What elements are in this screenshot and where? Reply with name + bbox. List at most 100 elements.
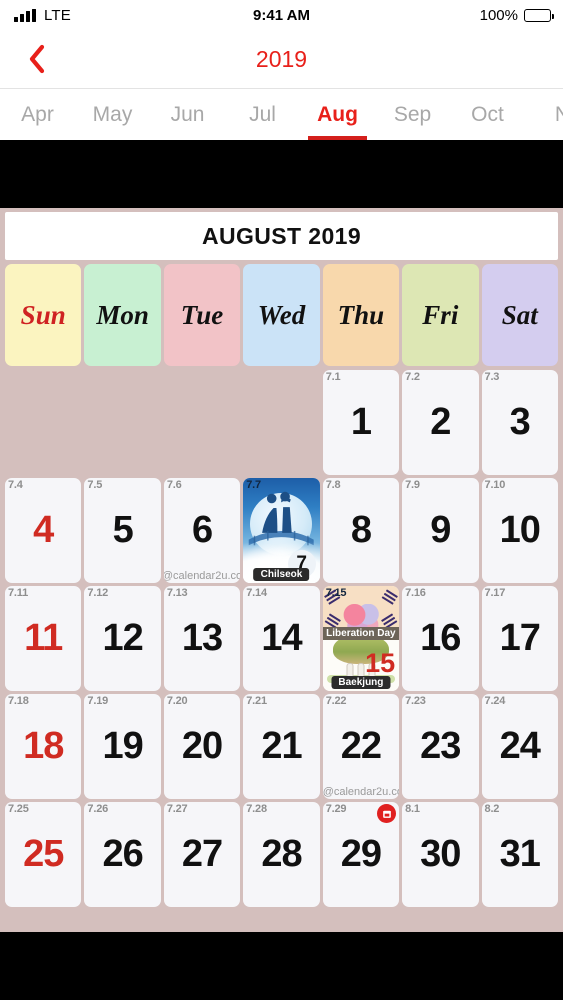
- day-cell-liberation-baekjung[interactable]: 7.15 Liberation Day Baekjung 15: [322, 586, 400, 691]
- battery-percent-label: 100%: [479, 6, 518, 24]
- lunar-date-label: 7.16: [405, 587, 426, 599]
- lunar-date-label: 7.26: [87, 803, 109, 815]
- day-cell[interactable]: 7.17 17: [481, 586, 558, 691]
- day-cell[interactable]: 7.21 21: [243, 694, 320, 799]
- day-cell-chilseok[interactable]: 7.7 7 Chilseok: [243, 478, 320, 583]
- weekday-header-wed: Wed: [243, 264, 320, 366]
- day-cell[interactable]: 7.11 11: [5, 586, 82, 691]
- calendar-weeks: 7.1 1 7.2 2 7.3 3 7.4 4 7.5 5 7.6 6 @cal…: [5, 370, 558, 907]
- day-number: 23: [420, 725, 461, 767]
- day-number: 5: [112, 509, 134, 551]
- tab-label: Sep: [393, 102, 432, 126]
- weekday-header-sat: Sat: [481, 264, 558, 366]
- day-number: 27: [181, 833, 223, 875]
- day-cell-empty: [5, 370, 81, 475]
- day-cell[interactable]: 7.25 25: [5, 802, 82, 907]
- weekday-header-thu: Thu: [322, 264, 400, 366]
- calendar-week-row: 7.4 4 7.5 5 7.6 6 @calendar2u.com: [5, 478, 558, 583]
- day-cell[interactable]: 7.5 5: [84, 478, 161, 583]
- tab-jun[interactable]: Jun: [150, 89, 225, 140]
- day-cell[interactable]: 7.8 8: [322, 478, 400, 583]
- tab-label: May: [92, 102, 133, 126]
- calendar-watermark: @calendar2u.com: [163, 570, 241, 582]
- lunar-date-label: 7.19: [87, 695, 109, 707]
- tab-nov[interactable]: N: [525, 89, 563, 140]
- tab-sep[interactable]: Sep: [375, 89, 450, 140]
- day-number: 16: [420, 617, 461, 659]
- lunar-date-label: 7.8: [325, 479, 341, 491]
- day-cell[interactable]: 7.1 1: [322, 370, 400, 475]
- day-cell[interactable]: 7.13 13: [163, 586, 241, 691]
- lunar-date-label: 8.2: [484, 803, 500, 815]
- lunar-date-label: 7.20: [166, 695, 188, 707]
- day-cell[interactable]: 7.6 6 @calendar2u.com: [163, 478, 241, 583]
- day-cell[interactable]: 7.27 27: [163, 802, 241, 907]
- lunar-date-label: 7.3: [484, 371, 500, 383]
- calendar-icon[interactable]: [377, 804, 397, 823]
- lunar-date-label: 8.1: [405, 803, 420, 815]
- tab-label: Aug: [317, 102, 358, 126]
- lunar-date-label: 7.1: [325, 371, 341, 383]
- lunar-date-label: 7.23: [405, 695, 426, 707]
- day-number: 26: [102, 833, 143, 875]
- day-cell[interactable]: 7.20 20: [163, 694, 241, 799]
- weekday-header-mon: Mon: [84, 264, 161, 366]
- day-cell[interactable]: 8.1 30: [402, 802, 479, 907]
- lunar-date-label: 7.7: [246, 479, 261, 491]
- day-number: 9: [430, 509, 451, 551]
- tab-label: Oct: [471, 102, 504, 126]
- lunar-date-label: 7.5: [87, 479, 103, 491]
- tab-aug[interactable]: Aug: [300, 89, 375, 140]
- lunar-date-label: 7.9: [405, 479, 420, 491]
- page-title: 2019: [255, 45, 308, 72]
- day-cell[interactable]: 7.26 26: [84, 802, 161, 907]
- lunar-date-label: 7.4: [8, 479, 23, 491]
- chevron-left-icon: [29, 44, 44, 74]
- day-cell[interactable]: 7.16 16: [402, 586, 479, 691]
- calendar-month-title: AUGUST 2019: [5, 212, 558, 260]
- day-number: 24: [499, 725, 541, 767]
- day-cell[interactable]: 7.4 4: [5, 478, 82, 583]
- lunar-date-label: 7.29: [325, 803, 347, 815]
- lunar-date-label: 7.15: [325, 587, 347, 599]
- day-number: 13: [181, 617, 223, 659]
- back-button[interactable]: [14, 30, 58, 88]
- tab-oct[interactable]: Oct: [450, 89, 525, 140]
- lunar-date-label: 7.2: [405, 371, 420, 383]
- day-cell[interactable]: 7.18 18: [5, 694, 82, 799]
- day-cell[interactable]: 7.24 24: [481, 694, 558, 799]
- day-cell-empty: [243, 370, 319, 475]
- day-cell[interactable]: 8.2 31: [481, 802, 558, 907]
- tab-label: N: [555, 103, 563, 127]
- day-cell[interactable]: 7.14 14: [243, 586, 320, 691]
- day-cell[interactable]: 7.19 19: [84, 694, 161, 799]
- app-root: LTE 9:41 AM 100% 2019 Apr May Jun Jul Au…: [0, 0, 563, 1000]
- content-divider: [0, 140, 563, 208]
- event-label: Liberation Day: [322, 626, 400, 640]
- weekday-label: Thu: [337, 299, 385, 330]
- day-cell[interactable]: 7.29 29: [322, 802, 400, 907]
- day-cell[interactable]: 7.12 12: [84, 586, 161, 691]
- day-number: 1: [350, 401, 372, 443]
- day-cell[interactable]: 7.2 2: [402, 370, 479, 475]
- day-cell[interactable]: 7.28 28: [243, 802, 320, 907]
- weekday-header-sun: Sun: [5, 264, 82, 366]
- day-number: 12: [102, 617, 143, 659]
- day-cell[interactable]: 7.3 3: [481, 370, 558, 475]
- tab-apr[interactable]: Apr: [0, 89, 75, 140]
- day-number: 25: [23, 833, 64, 875]
- status-bar-right: 100%: [479, 0, 554, 30]
- lunar-date-label: 7.25: [8, 803, 29, 815]
- tab-may[interactable]: May: [75, 89, 150, 140]
- day-cell[interactable]: 7.22 22 @calendar2u.com: [322, 694, 400, 799]
- lunar-date-label: 7.12: [87, 587, 109, 599]
- day-cell[interactable]: 7.10 10: [481, 478, 558, 583]
- day-number: 17: [499, 617, 541, 659]
- day-number: 30: [420, 833, 461, 875]
- day-cell[interactable]: 7.9 9: [402, 478, 479, 583]
- day-cell[interactable]: 7.23 23: [402, 694, 479, 799]
- tab-jul[interactable]: Jul: [225, 89, 300, 140]
- lunar-date-label: 7.24: [484, 695, 506, 707]
- tab-label: Jun: [170, 102, 205, 126]
- month-tab-strip[interactable]: Apr May Jun Jul Aug Sep Oct N: [0, 88, 563, 140]
